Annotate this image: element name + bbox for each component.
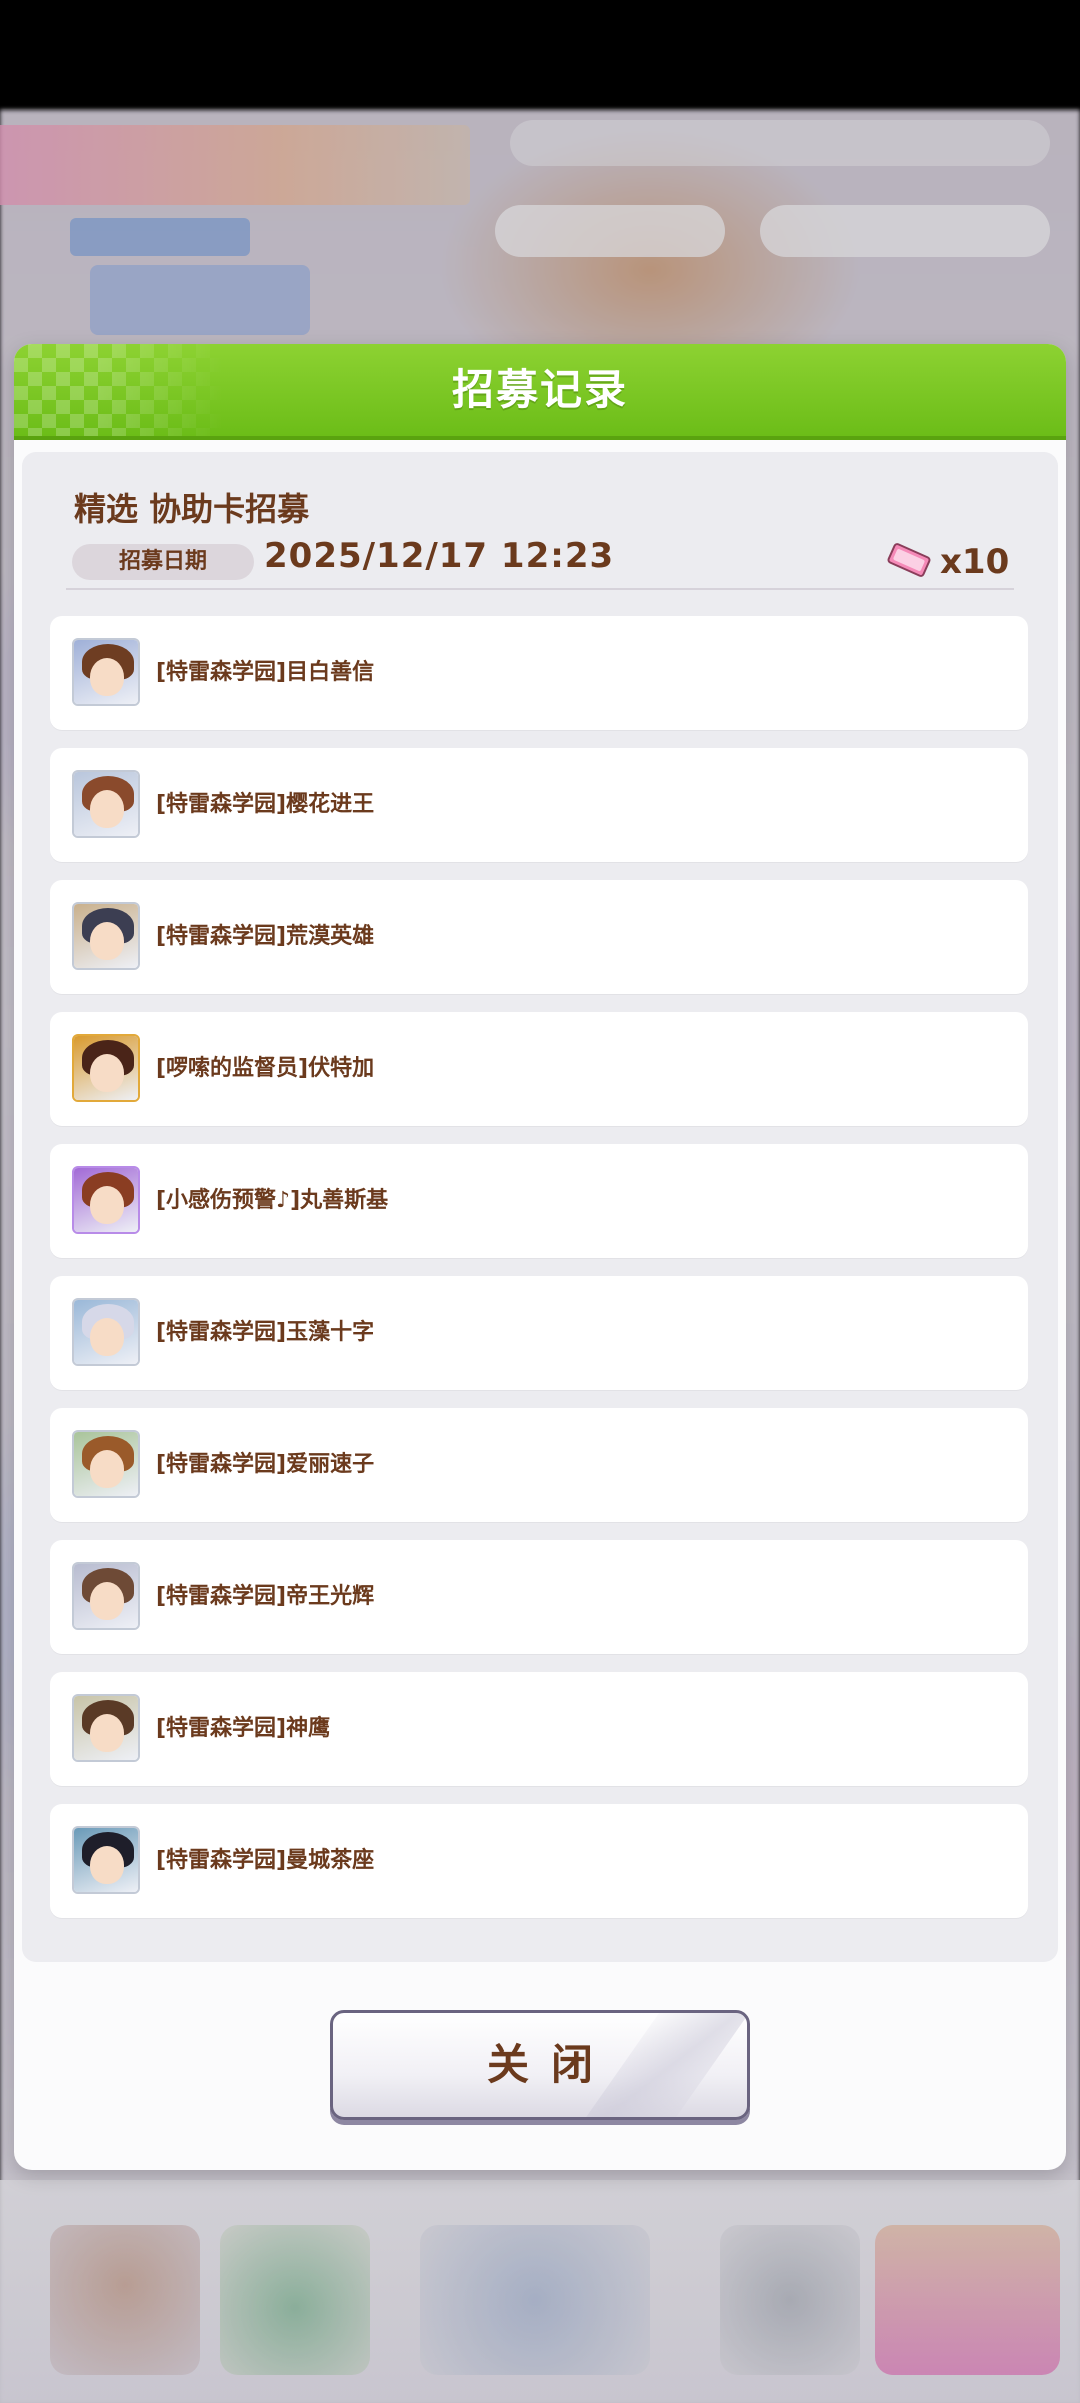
card-list-item[interactable]: [特雷森学园]荒漠英雄	[50, 880, 1028, 994]
ticket-icon	[887, 543, 931, 577]
character-face	[90, 658, 124, 696]
card-thumbnail	[72, 1430, 140, 1498]
status-bar	[0, 0, 1080, 110]
gacha-name: 精选 协助卡招募	[74, 490, 310, 528]
card-name: [小感伤预警♪]丸善斯基	[156, 1188, 389, 1213]
card-name: [特雷森学园]曼城茶座	[156, 1848, 375, 1873]
character-face	[90, 790, 124, 828]
card-list-item[interactable]: [特雷森学园]玉藻十字	[50, 1276, 1028, 1390]
character-face	[90, 1714, 124, 1752]
card-thumbnail	[72, 1298, 140, 1366]
character-face	[90, 1186, 124, 1224]
card-name: [特雷森学园]帝王光辉	[156, 1584, 375, 1609]
card-list-item[interactable]: [特雷森学园]樱花进王	[50, 748, 1028, 862]
divider	[66, 588, 1014, 590]
card-list-item[interactable]: [特雷森学园]曼城茶座	[50, 1804, 1028, 1918]
recruit-record-dialog: 招募记录 精选 协助卡招募 招募日期 2025/12/17 12:23 x10 …	[14, 344, 1066, 2170]
card-name: [特雷森学园]爱丽速子	[156, 1452, 375, 1477]
character-face	[90, 1054, 124, 1092]
dialog-title: 招募记录	[451, 365, 628, 414]
character-face	[90, 1318, 124, 1356]
date-label: 招募日期	[72, 544, 254, 580]
card-thumbnail	[72, 1694, 140, 1762]
card-list-item[interactable]: [特雷森学园]爱丽速子	[50, 1408, 1028, 1522]
card-thumbnail	[72, 1034, 140, 1102]
card-name: [啰嗦的监督员]伏特加	[156, 1056, 375, 1081]
character-face	[90, 1450, 124, 1488]
card-list-item[interactable]: [啰嗦的监督员]伏特加	[50, 1012, 1028, 1126]
card-list-item[interactable]: [特雷森学园]帝王光辉	[50, 1540, 1028, 1654]
card-thumbnail	[72, 902, 140, 970]
card-name: [特雷森学园]樱花进王	[156, 792, 375, 817]
card-name: [特雷森学园]玉藻十字	[156, 1320, 375, 1345]
character-face	[90, 1846, 124, 1884]
card-thumbnail	[72, 770, 140, 838]
card-thumbnail	[72, 1562, 140, 1630]
close-button-label: 关闭	[486, 2040, 615, 2089]
card-list-item[interactable]: [特雷森学园]神鹰	[50, 1672, 1028, 1786]
card-list-item[interactable]: [小感伤预警♪]丸善斯基	[50, 1144, 1028, 1258]
card-thumbnail	[72, 638, 140, 706]
card-name: [特雷森学园]荒漠英雄	[156, 924, 375, 949]
close-button[interactable]: 关闭	[330, 2010, 750, 2120]
character-face	[90, 1582, 124, 1620]
card-list-item[interactable]: [特雷森学园]目白善信	[50, 616, 1028, 730]
character-face	[90, 922, 124, 960]
date-value: 2025/12/17 12:23	[264, 536, 615, 576]
card-name: [特雷森学园]目白善信	[156, 660, 375, 685]
dialog-header: 招募记录	[14, 344, 1066, 440]
card-thumbnail	[72, 1826, 140, 1894]
card-name: [特雷森学园]神鹰	[156, 1716, 331, 1741]
ticket-count: x10	[940, 542, 1010, 582]
card-thumbnail	[72, 1166, 140, 1234]
